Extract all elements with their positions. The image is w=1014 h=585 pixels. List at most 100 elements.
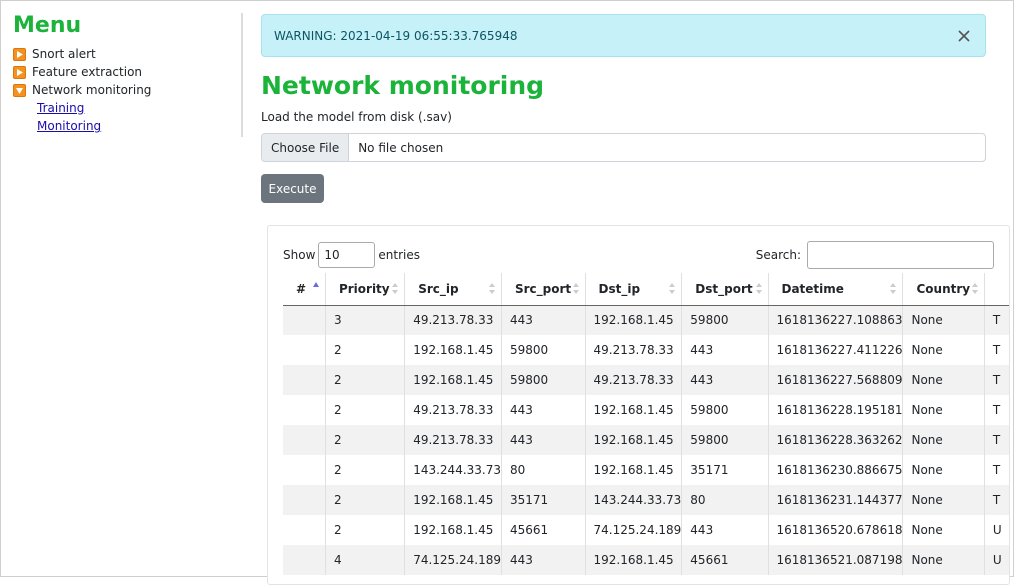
table-cell: 1618136227.411226 (768, 335, 904, 365)
column-header-src-port[interactable]: Src_port (501, 273, 586, 306)
table-cell (283, 515, 326, 545)
menu-item-network-monitoring[interactable]: Network monitoring (13, 81, 238, 99)
expand-arrow-icon (13, 47, 26, 61)
table-header-row: # Priority Src_ip Src_port Dst_ip Dst_po… (283, 273, 1009, 306)
table-cell: None (902, 365, 985, 395)
table-row[interactable]: 2 49.213.78.33 443 192.168.1.45 59800 1618136… (283, 395, 1009, 425)
file-status-text: No file chosen (358, 140, 444, 155)
load-model-label: Load the model from disk (.sav) (261, 110, 452, 124)
table-cell: 59800 (501, 335, 586, 365)
menu-item-label: Feature extraction (32, 65, 143, 79)
table-cell: 2 (325, 395, 406, 425)
table-cell: None (902, 425, 985, 455)
table-row[interactable]: 2 49.213.78.33 443 192.168.1.45 59800 1618136… (283, 425, 1009, 455)
column-header-priority[interactable]: Priority (325, 273, 406, 306)
table-cell: None (902, 515, 985, 545)
table-cell (283, 365, 326, 395)
table-cell (283, 335, 326, 365)
table-cell: 192.168.1.45 (585, 455, 683, 485)
table-cell: U (984, 545, 1009, 575)
table-cell: 2 (325, 455, 406, 485)
table-row[interactable]: 2 192.168.1.45 59800 49.213.78.33 443 1618136… (283, 335, 1009, 365)
collapse-arrow-icon (13, 83, 26, 97)
table-cell: 59800 (681, 425, 769, 455)
table-controls: Show entries Search: (283, 241, 994, 269)
execute-button[interactable]: Execute (261, 174, 324, 203)
table-row[interactable]: 2 192.168.1.45 45661 74.125.24.189 443 161813… (283, 515, 1009, 545)
table-cell: None (902, 335, 985, 365)
table-cell: 74.125.24.189 (585, 515, 683, 545)
table-cell: 443 (501, 395, 586, 425)
sort-both-icon (669, 283, 676, 294)
table-cell: 2 (325, 515, 406, 545)
table-wrapper: # Priority Src_ip Src_port Dst_ip Dst_po… (283, 273, 1009, 575)
table-cell: T (984, 485, 1009, 515)
table-cell: T (984, 365, 1009, 395)
sub-link-training[interactable]: Training (37, 99, 238, 117)
entries-label: entries (378, 248, 420, 262)
table-cell: 49.213.78.33 (404, 395, 502, 425)
table-row[interactable]: 2 143.244.33.73 80 192.168.1.45 35171 1618136… (283, 455, 1009, 485)
table-cell: 2 (325, 485, 406, 515)
table-cell: 1618136520.678618 (768, 515, 904, 545)
table-cell: 49.213.78.33 (585, 335, 683, 365)
table-cell: 2 (325, 425, 406, 455)
close-icon[interactable] (955, 27, 973, 45)
search-input[interactable] (807, 241, 994, 269)
column-header-dst-port[interactable]: Dst_port (681, 273, 769, 306)
expand-arrow-icon (13, 65, 26, 79)
table-cell: 49.213.78.33 (585, 365, 683, 395)
table-cell: 192.168.1.45 (404, 515, 502, 545)
column-header-src-ip[interactable]: Src_ip (404, 273, 502, 306)
table-cell (283, 425, 326, 455)
sub-link-monitoring[interactable]: Monitoring (37, 117, 238, 135)
table-cell: 1618136231.144377 (768, 485, 904, 515)
column-header-datetime[interactable]: Datetime (768, 273, 904, 306)
column-header-overflow[interactable] (984, 273, 1009, 306)
table-cell (283, 305, 326, 335)
sidebar-menu: Menu Snort alert Feature extraction Netw… (13, 13, 238, 135)
table-cell: 192.168.1.45 (404, 365, 502, 395)
table-cell: None (902, 455, 985, 485)
table-cell: 49.213.78.33 (404, 425, 502, 455)
main-content: WARNING: 2021-04-19 06:55:33.765948 Netw… (261, 14, 986, 203)
table-cell (283, 455, 326, 485)
table-cell: 192.168.1.45 (585, 305, 683, 335)
sort-both-icon (755, 283, 762, 294)
table-cell: 1618136227.568809 (768, 365, 904, 395)
table-cell: 80 (501, 455, 586, 485)
menu-item-snort-alert[interactable]: Snort alert (13, 45, 238, 63)
sort-both-icon (489, 283, 495, 294)
table-body: 3 49.213.78.33 443 192.168.1.45 59800 1618136… (283, 305, 1009, 575)
table-cell: 1618136227.108863 (768, 305, 904, 335)
table-row[interactable]: 2 192.168.1.45 59800 49.213.78.33 443 1618136… (283, 365, 1009, 395)
table-cell: 192.168.1.45 (585, 425, 683, 455)
table-cell: 74.125.24.189 (404, 545, 502, 575)
choose-file-button[interactable]: Choose File (262, 134, 350, 161)
column-header-index[interactable]: # (283, 273, 326, 306)
table-cell: 143.244.33.73 (585, 485, 683, 515)
table-cell: 45661 (681, 545, 769, 575)
table-cell: 443 (681, 335, 769, 365)
table-cell: T (984, 425, 1009, 455)
table-cell: 1618136230.886675 (768, 455, 904, 485)
table-row[interactable]: 3 49.213.78.33 443 192.168.1.45 59800 1618136… (283, 305, 1009, 335)
table-cell (283, 545, 326, 575)
table-cell: 35171 (501, 485, 586, 515)
table-cell: 1618136228.363262 (768, 425, 904, 455)
menu-item-feature-extraction[interactable]: Feature extraction (13, 63, 238, 81)
table-row[interactable]: 4 74.125.24.189 443 192.168.1.45 45661 161813… (283, 545, 1009, 575)
table-row[interactable]: 2 192.168.1.45 35171 143.244.33.73 80 1618136… (283, 485, 1009, 515)
table-cell: 80 (681, 485, 769, 515)
table-cell: 143.244.33.73 (404, 455, 502, 485)
table-cell: 443 (501, 545, 586, 575)
file-input[interactable]: Choose File No file chosen (261, 133, 986, 162)
table-cell: None (902, 485, 985, 515)
table-cell: U (984, 515, 1009, 545)
entries-select[interactable] (318, 242, 376, 268)
column-header-country[interactable]: Country (902, 273, 985, 306)
table-cell: 192.168.1.45 (585, 545, 683, 575)
table-cell: 192.168.1.45 (585, 395, 683, 425)
alerts-table: # Priority Src_ip Src_port Dst_ip Dst_po… (283, 273, 1009, 575)
column-header-dst-ip[interactable]: Dst_ip (585, 273, 683, 306)
